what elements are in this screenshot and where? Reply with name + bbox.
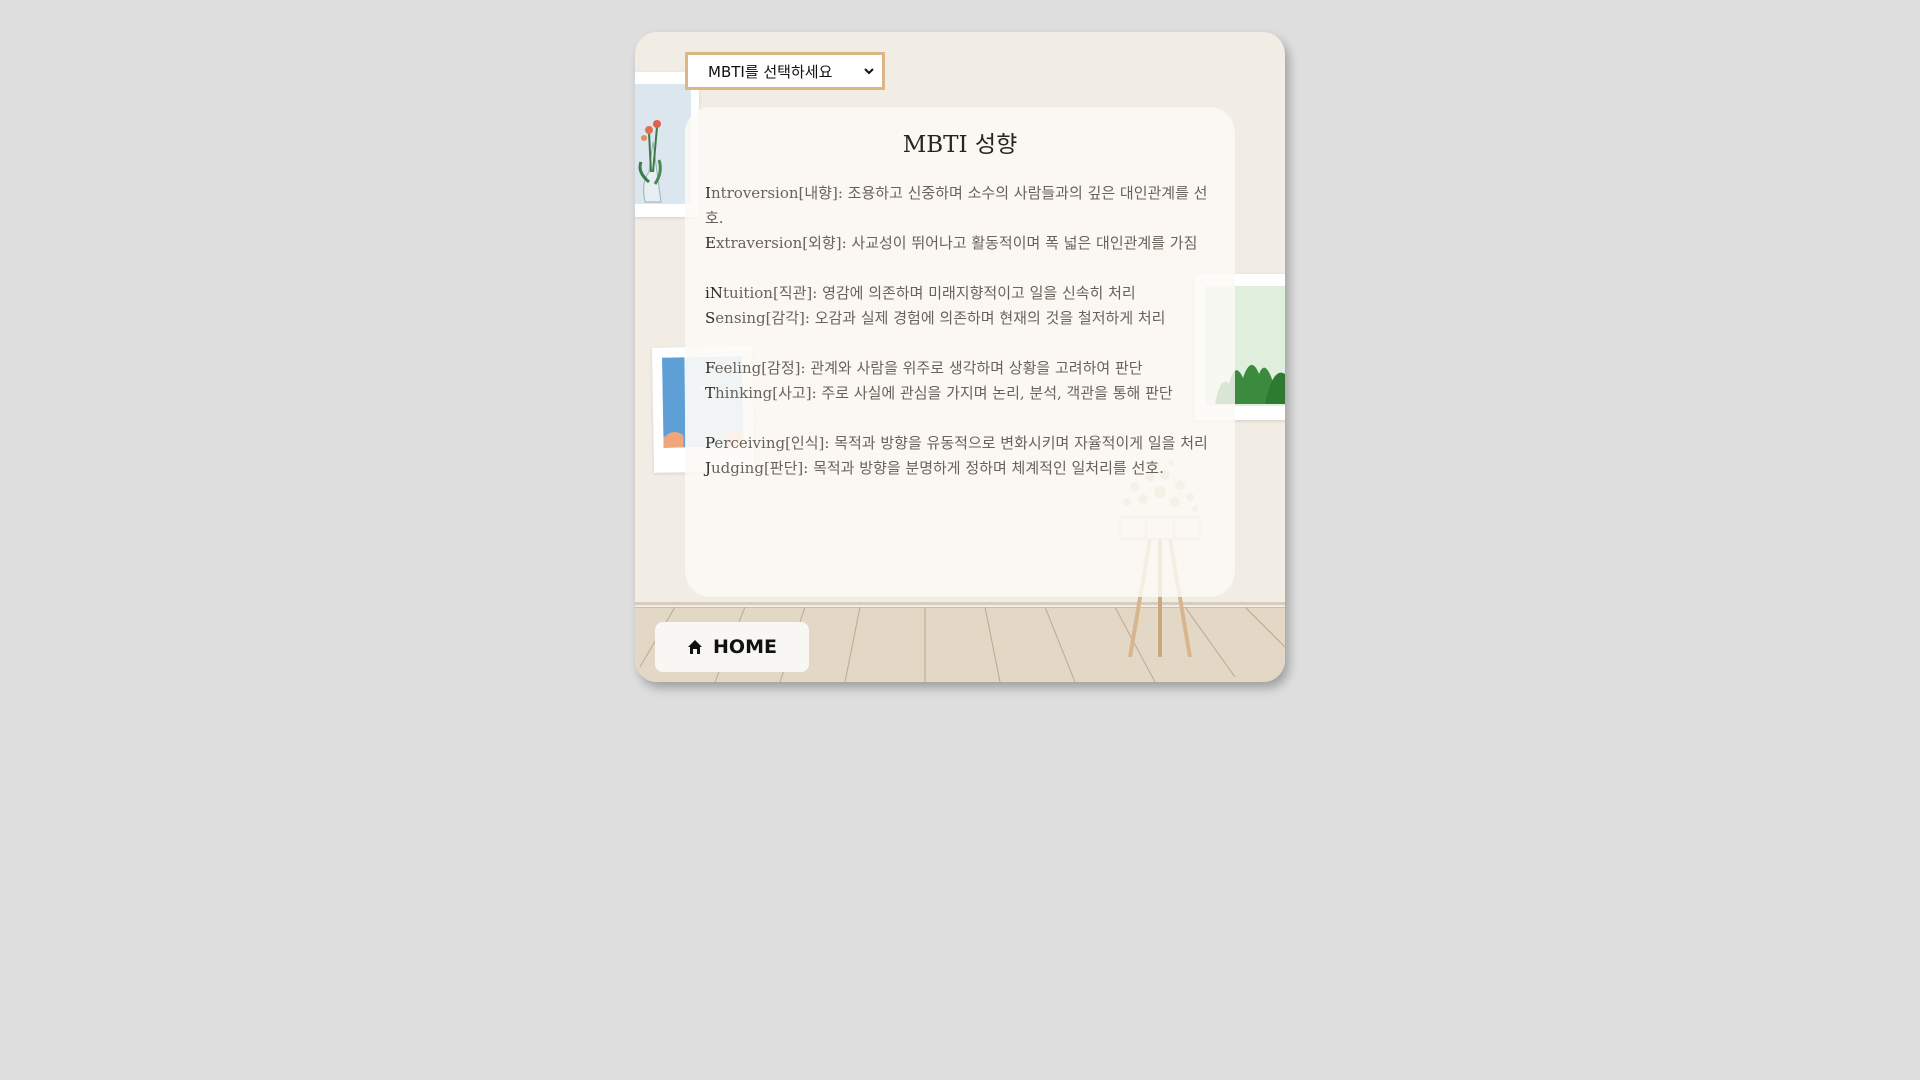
mbti-info-panel: MBTI 성향 Introversion[내향]: 조용하고 신중하며 소수의 …: [685, 107, 1235, 597]
trait-thinking: Thinking[사고]: 주로 사실에 관심을 가지며 논리, 분석, 객관을…: [705, 384, 1173, 402]
trait-sensing: Sensing[감각]: 오감과 실제 경험에 의존하며 현재의 것을 철저하게…: [705, 309, 1166, 327]
mbti-select-label: MBTI를 선택하세요: [708, 62, 833, 81]
home-icon: [687, 639, 703, 655]
page-title: MBTI 성향: [902, 132, 1018, 158]
app-card: ✕: [635, 32, 1285, 682]
home-button-label: HOME: [713, 636, 777, 658]
trait-feeling: Feeling[감정]: 관계와 사람을 위주로 생각하며 상황을 고려하여 판…: [705, 359, 1143, 377]
trait-judging: Judging[판단]: 목적과 방향을 분명하게 정하며 체계적인 일처리를 …: [705, 459, 1164, 477]
mbti-description-list: Introversion[내향]: 조용하고 신중하며 소수의 사람들과의 깊은…: [705, 181, 1215, 481]
trait-perceiving: Perceiving[인식]: 목적과 방향을 유동적으로 변화시키며 자율적이…: [705, 434, 1208, 452]
mbti-select[interactable]: MBTI를 선택하세요: [685, 52, 885, 90]
chevron-down-icon: [864, 65, 874, 78]
trait-introversion: Introversion[내향]: 조용하고 신중하며 소수의 사람들과의 깊은…: [705, 184, 1208, 227]
trait-intuition: iNtuition[직관]: 영감에 의존하며 미래지향적이고 일을 신속히 처…: [705, 284, 1136, 302]
home-button[interactable]: HOME: [655, 622, 809, 672]
trait-extraversion: Extraversion[외향]: 사교성이 뛰어나고 활동적이며 폭 넓은 대…: [705, 234, 1198, 252]
